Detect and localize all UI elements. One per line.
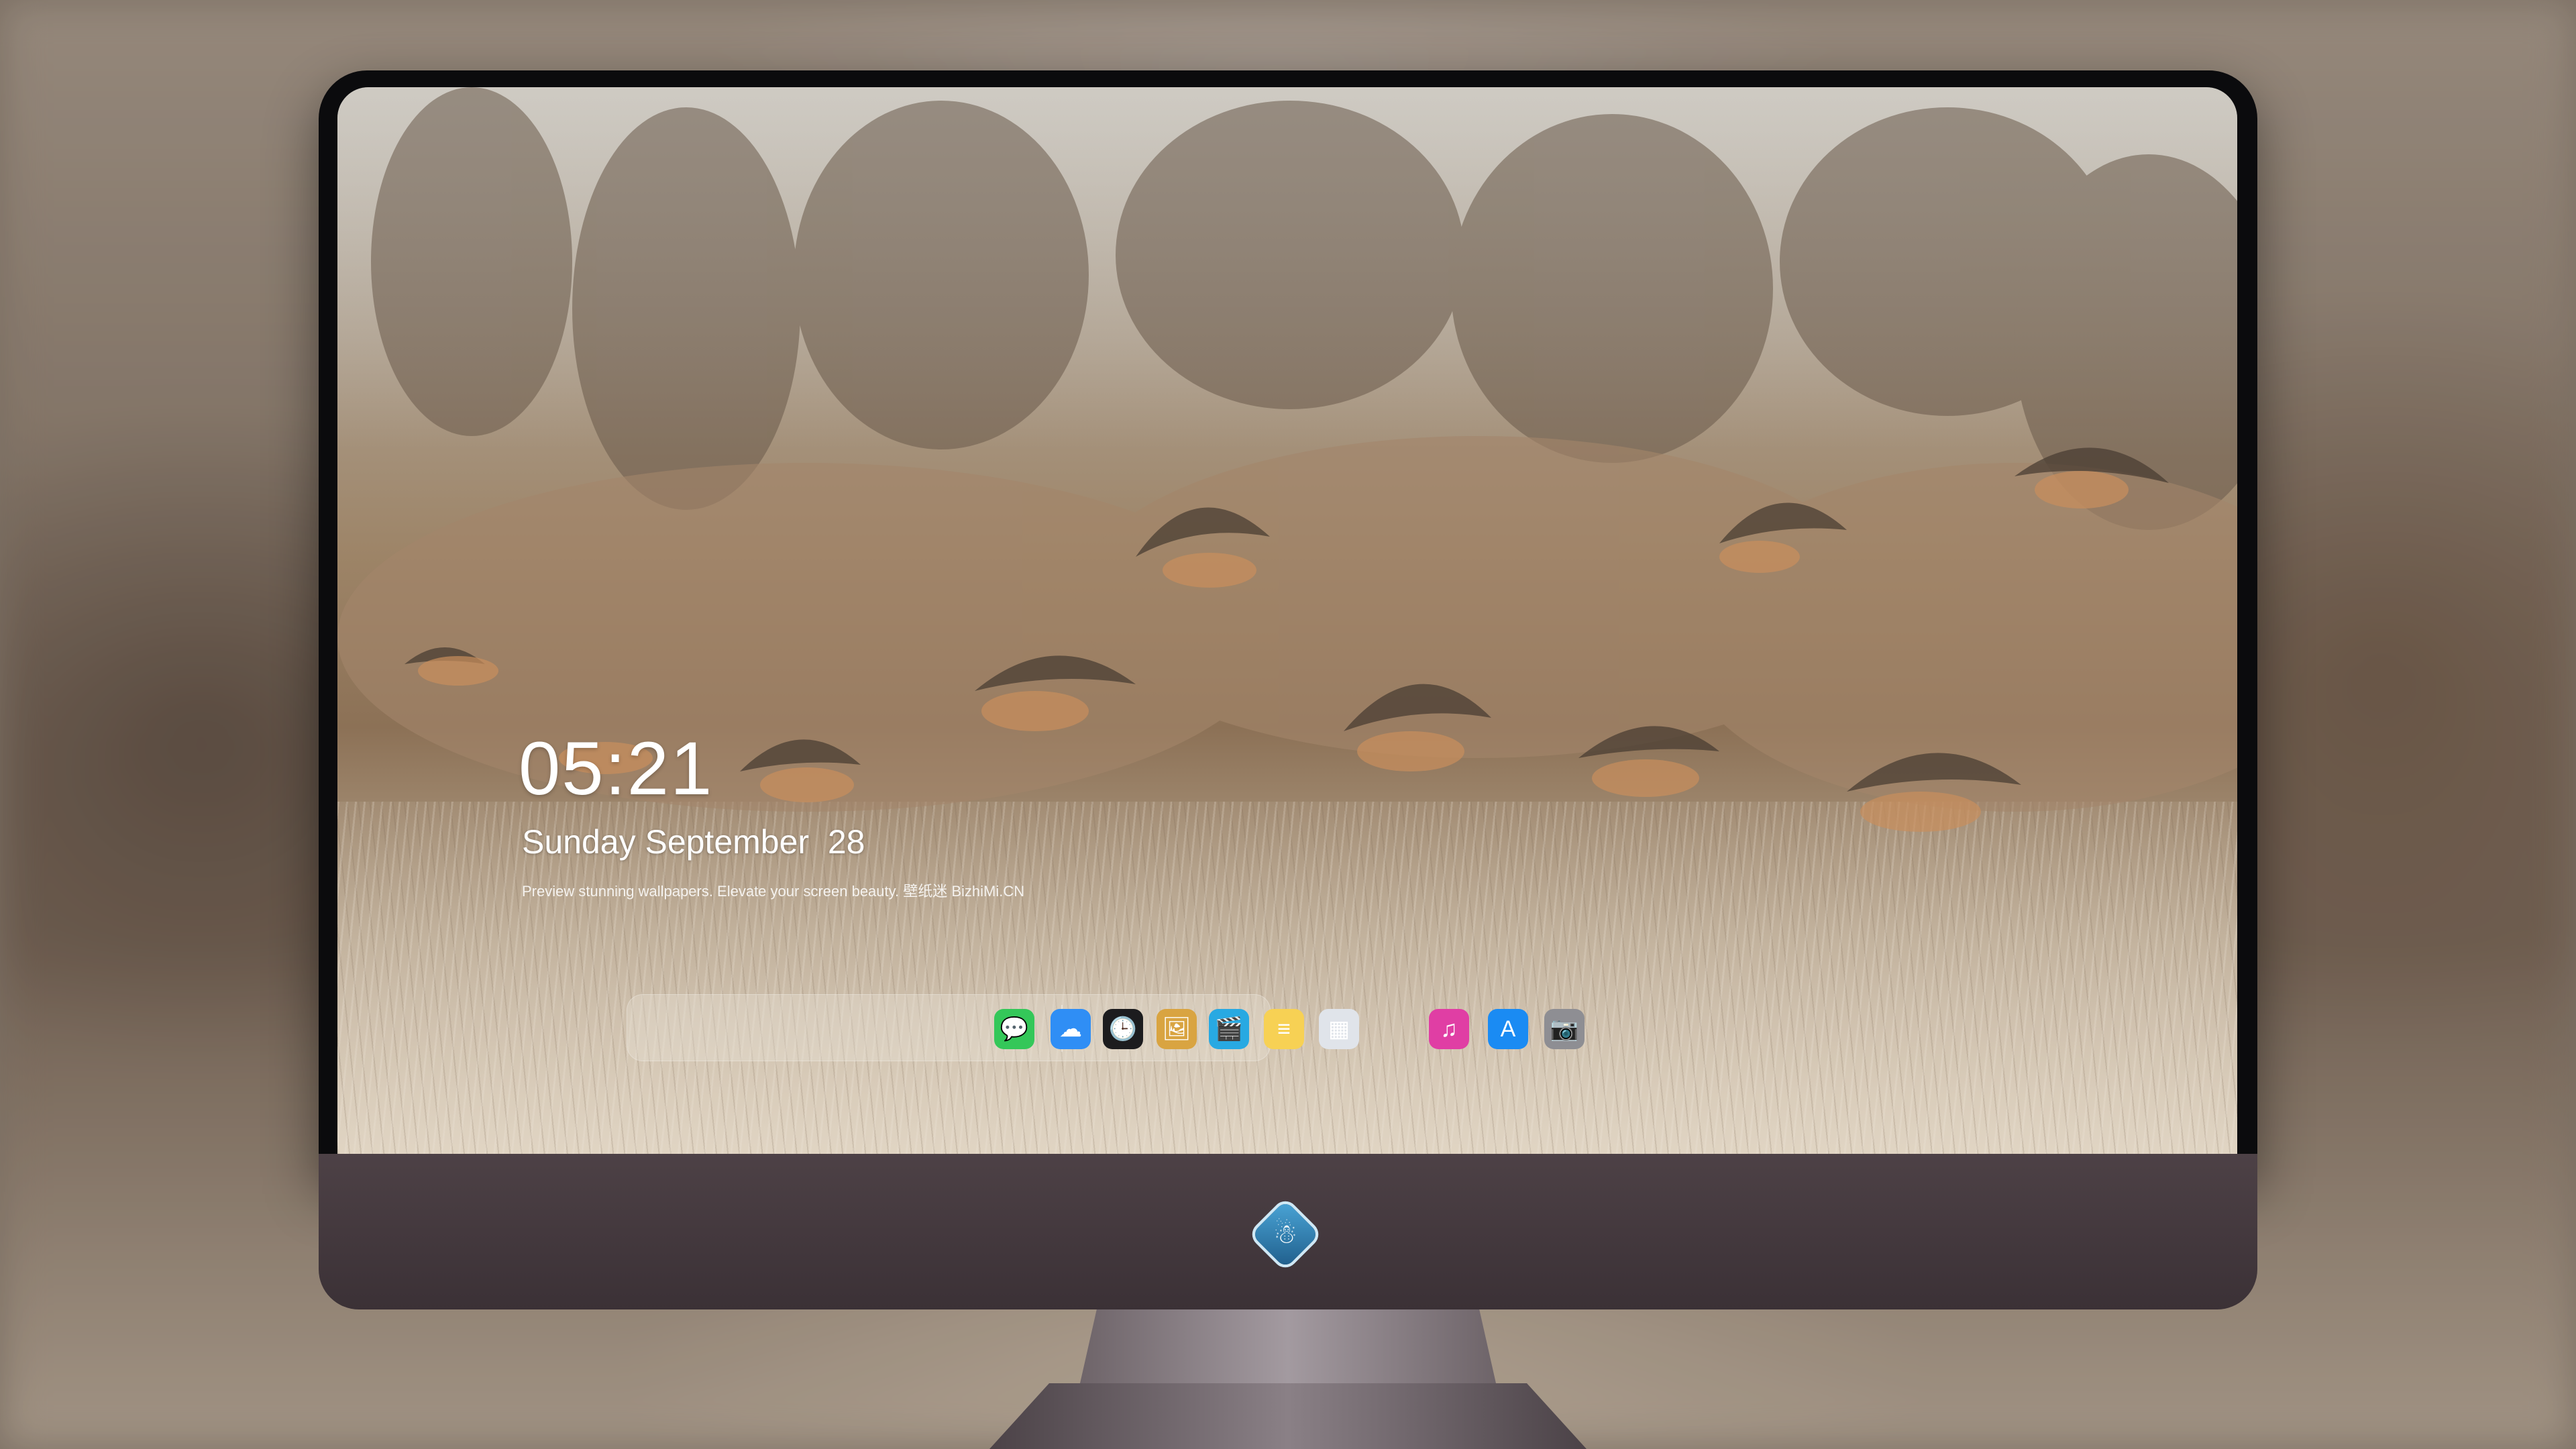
lockscreen-time: 05:21 bbox=[519, 727, 714, 810]
stand-base bbox=[989, 1383, 1587, 1449]
screen: 05:21 Sunday September 28 Preview stunni… bbox=[337, 87, 2237, 1154]
clips-icon[interactable]: 🎬 bbox=[1209, 1009, 1249, 1049]
weather-icon[interactable]: ☁ bbox=[1051, 1009, 1091, 1049]
messages-icon[interactable]: 💬 bbox=[994, 1009, 1034, 1049]
stand-neck bbox=[1080, 1309, 1496, 1383]
music-icon[interactable]: ♫ bbox=[1429, 1009, 1469, 1049]
clock-icon[interactable]: 🕒 bbox=[1103, 1009, 1143, 1049]
lockscreen-date: Sunday September 28 bbox=[522, 823, 865, 861]
brand-logo-icon: ☃ bbox=[1273, 1220, 1297, 1249]
app-store-icon[interactable]: A bbox=[1488, 1009, 1528, 1049]
wallpaper-scene bbox=[337, 87, 2237, 832]
lockscreen-caption: Preview stunning wallpapers. Elevate you… bbox=[522, 883, 1025, 900]
preview-icon[interactable]: 🖼 bbox=[1157, 1009, 1197, 1049]
camera-icon[interactable]: 📷 bbox=[1544, 1009, 1585, 1049]
photo-collage-icon[interactable]: ▦ bbox=[1319, 1009, 1359, 1049]
notes-icon[interactable]: ≡ bbox=[1264, 1009, 1304, 1049]
